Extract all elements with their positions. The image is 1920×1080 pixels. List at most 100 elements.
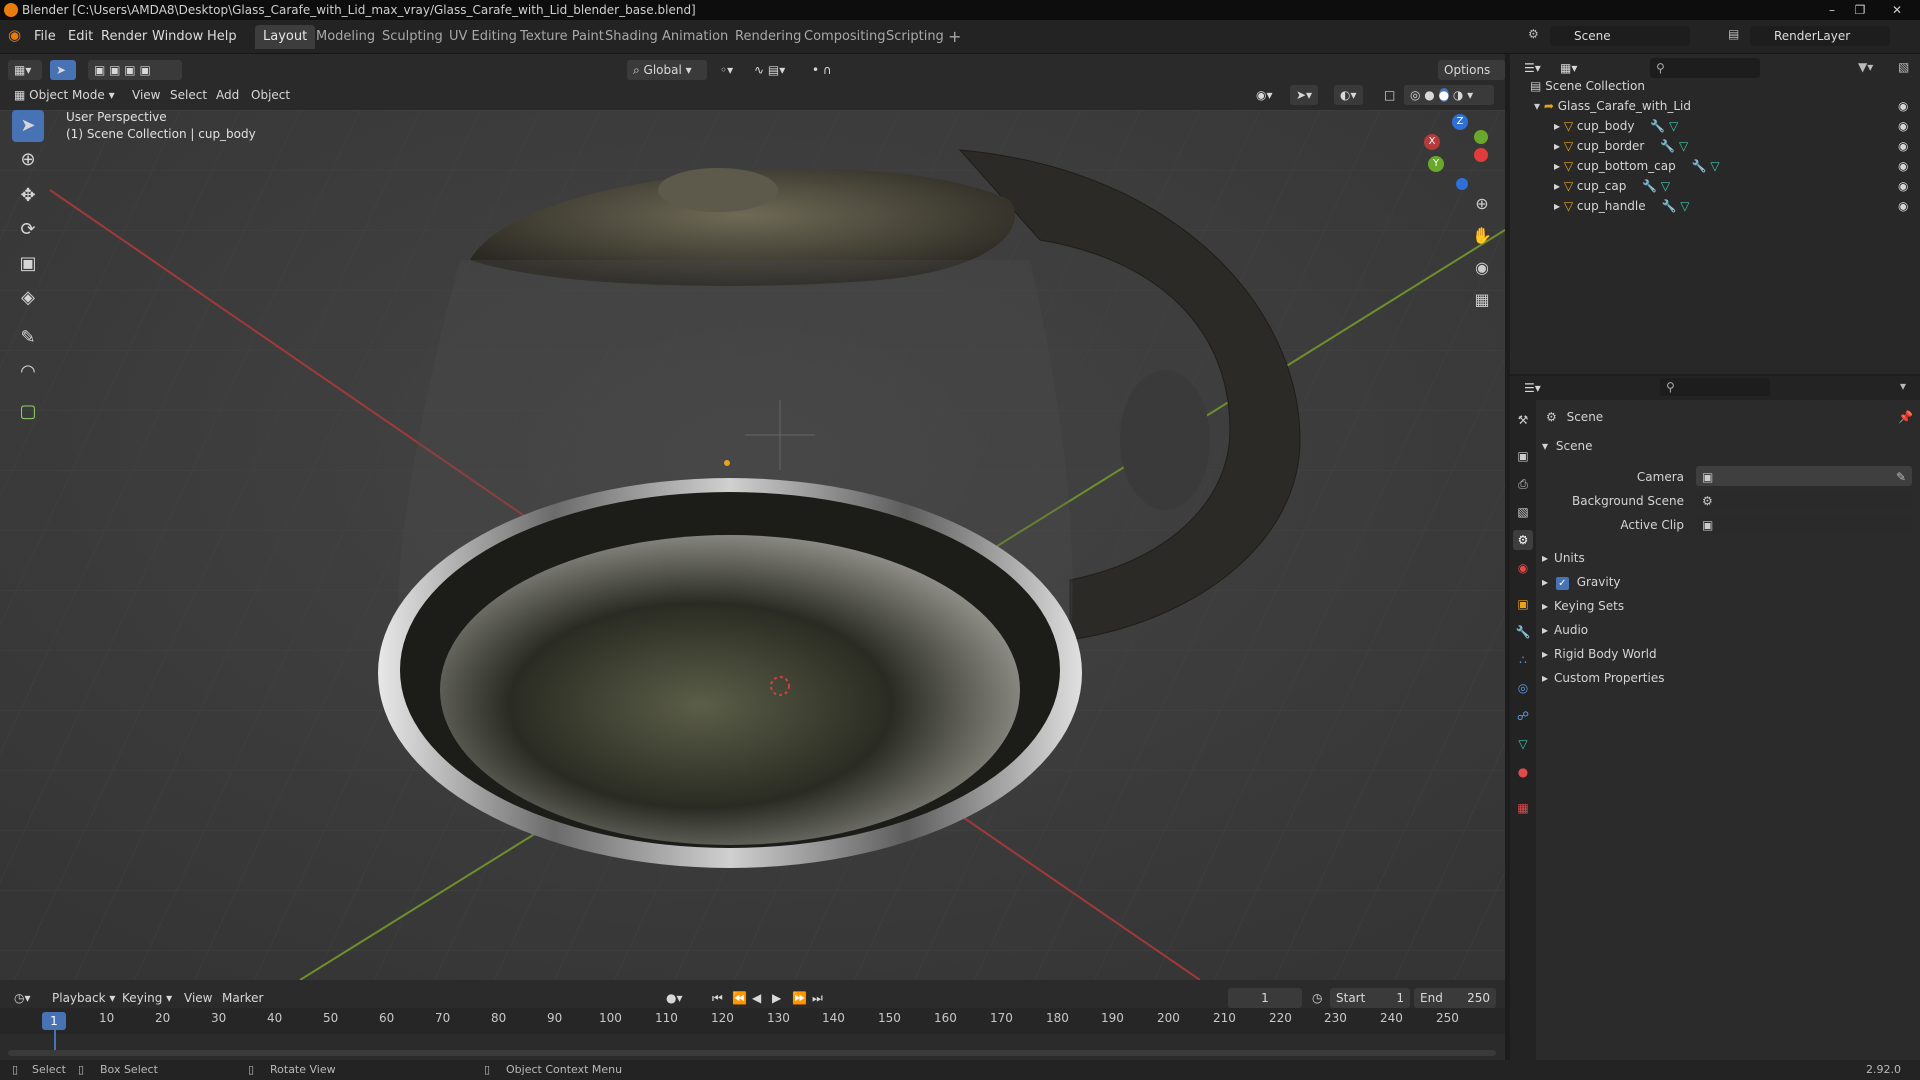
data-tab-icon[interactable]: ▽ <box>1513 734 1533 754</box>
menu-edit[interactable]: Edit <box>68 29 93 44</box>
record-keyframe-icon[interactable]: ●▾ <box>660 988 689 1008</box>
transform-orientation-dropdown[interactable]: ⌕ Global ▾ <box>627 60 707 80</box>
blender-menu-icon[interactable]: ◉ <box>8 26 21 44</box>
visibility-eye-icon[interactable]: ◉ <box>1898 176 1908 196</box>
visibility-eye-icon[interactable]: ◉ <box>1898 196 1908 216</box>
pan-hand-icon[interactable]: ✋ <box>1468 222 1496 250</box>
camera-view-icon[interactable]: ◉ <box>1468 254 1496 282</box>
rigid-body-world-panel-header[interactable]: ▸ Rigid Body World <box>1542 644 1916 664</box>
outliner-row-object[interactable]: ▸ ▽ cup_border 🔧 ▽ ◉ <box>1510 136 1920 156</box>
timeline-menu-playback[interactable]: Playback ▾ <box>46 988 121 1008</box>
audio-panel-header[interactable]: ▸ Audio <box>1542 620 1916 640</box>
expand-arrow-icon[interactable]: ▸ <box>1554 199 1560 213</box>
modifier-tab-icon[interactable]: 🔧 <box>1513 622 1533 642</box>
particles-tab-icon[interactable]: ∴ <box>1513 650 1533 670</box>
gizmo-y-axis[interactable]: Y <box>1428 156 1444 172</box>
transform-tool-icon[interactable]: ◈ <box>12 282 44 314</box>
visibility-eye-icon[interactable]: ◉ <box>1898 96 1908 116</box>
gravity-panel-header[interactable]: ▸ ✓ Gravity <box>1542 572 1916 592</box>
properties-editor-icon[interactable]: ☰▾ <box>1518 378 1547 398</box>
close-icon[interactable]: ✕ <box>1874 0 1920 20</box>
display-mode-icon[interactable]: ▦▾ <box>1554 58 1583 78</box>
output-tab-icon[interactable]: ⎙ <box>1513 474 1533 494</box>
physics-tab-icon[interactable]: ◎ <box>1513 678 1533 698</box>
tab-sculpting[interactable]: Sculpting <box>374 25 451 49</box>
active-clip-field[interactable]: ▣ <box>1696 514 1912 534</box>
visibility-eye-icon[interactable]: ◉ <box>1898 156 1908 176</box>
tab-layout[interactable]: Layout <box>255 25 316 49</box>
new-collection-icon[interactable]: ▧ <box>1898 60 1909 74</box>
menu-file[interactable]: File <box>34 29 56 44</box>
move-tool-icon[interactable]: ✥ <box>12 180 44 212</box>
3d-viewport[interactable]: User Perspective (1) Scene Collection | … <box>0 110 1505 980</box>
gizmo-neg-z[interactable] <box>1456 178 1468 190</box>
expand-arrow-icon[interactable]: ▾ <box>1534 99 1540 113</box>
annotate-tool-icon[interactable]: ✎ <box>12 322 44 354</box>
gizmo-toggle-icon[interactable]: ➤▾ <box>1290 85 1319 105</box>
viewport-menu-select[interactable]: Select <box>164 85 213 105</box>
object-tab-icon[interactable]: ▣ <box>1513 594 1533 614</box>
visibility-icon[interactable]: ◉▾ <box>1250 85 1279 105</box>
play-icon[interactable]: ▶ <box>766 988 787 1008</box>
expand-arrow-icon[interactable]: ▸ <box>1554 119 1560 133</box>
end-frame-field[interactable]: End 250 <box>1414 988 1496 1008</box>
editor-type-icon[interactable]: ▦▾ <box>8 60 42 80</box>
timeline-menu-marker[interactable]: Marker <box>216 988 269 1008</box>
measure-tool-icon[interactable]: ◠ <box>12 356 44 388</box>
render-layer-selector[interactable]: RenderLayer <box>1750 26 1890 46</box>
options-dropdown[interactable]: Options ▾ <box>1438 60 1505 97</box>
menu-render[interactable]: Render <box>101 29 147 44</box>
navigation-gizmo[interactable]: Z X Y <box>1420 114 1490 194</box>
camera-field[interactable]: ▣ ✎ <box>1696 466 1912 486</box>
units-panel-header[interactable]: ▸ Units <box>1542 548 1916 568</box>
outliner-row-collection[interactable]: ▾ ➦ Glass_Carafe_with_Lid ◉ <box>1510 96 1920 116</box>
visibility-eye-icon[interactable]: ◉ <box>1898 116 1908 136</box>
gizmo-neg-x[interactable] <box>1474 148 1488 162</box>
gravity-checkbox[interactable]: ✓ <box>1555 577 1569 590</box>
timeline-menu-view[interactable]: View <box>178 988 218 1008</box>
outliner-row-object[interactable]: ▸ ▽ cup_cap 🔧 ▽ ◉ <box>1510 176 1920 196</box>
object-mode-dropdown[interactable]: ▦ Object Mode ▾ <box>8 85 121 105</box>
menu-window[interactable]: Window <box>152 29 203 44</box>
timeline-scrollbar[interactable] <box>8 1050 1496 1056</box>
play-reverse-icon[interactable]: ◀ <box>746 988 767 1008</box>
menu-help[interactable]: Help <box>207 29 237 44</box>
properties-search-input[interactable]: ⚲ <box>1660 378 1770 396</box>
gizmo-neg-y[interactable] <box>1474 130 1488 144</box>
select-mode-icon[interactable]: ➤ <box>50 60 76 80</box>
view-layer-tab-icon[interactable]: ▧ <box>1513 502 1533 522</box>
custom-properties-panel-header[interactable]: ▸ Custom Properties <box>1542 668 1916 688</box>
filter-icon[interactable]: ▼▾ <box>1858 60 1873 74</box>
cursor-tool-icon[interactable]: ⊕ <box>12 144 44 176</box>
outliner-row-scene-collection[interactable]: ▤ Scene Collection <box>1510 76 1920 96</box>
tool-tab-icon[interactable]: ⚒ <box>1513 410 1533 430</box>
timeline-menu-keying[interactable]: Keying ▾ <box>116 988 178 1008</box>
outliner-row-object[interactable]: ▸ ▽ cup_body 🔧 ▽ ◉ <box>1510 116 1920 136</box>
add-workspace-button[interactable]: + <box>940 25 969 49</box>
overlay-toggle-icon[interactable]: ◐▾ <box>1334 85 1363 105</box>
tab-modeling[interactable]: Modeling <box>308 25 383 49</box>
outliner-row-object[interactable]: ▸ ▽ cup_bottom_cap 🔧 ▽ ◉ <box>1510 156 1920 176</box>
expand-arrow-icon[interactable]: ▸ <box>1554 179 1560 193</box>
preview-range-icon[interactable]: ◷ <box>1306 988 1328 1008</box>
zoom-icon[interactable]: ⊕ <box>1468 190 1496 218</box>
scene-selector[interactable]: Scene <box>1550 26 1690 46</box>
scene-tab-icon[interactable]: ⚙ <box>1513 530 1533 550</box>
world-tab-icon[interactable]: ◉ <box>1513 558 1533 578</box>
render-tab-icon[interactable]: ▣ <box>1513 446 1533 466</box>
maximize-icon[interactable]: ❐ <box>1846 0 1874 20</box>
expand-arrow-icon[interactable]: ▸ <box>1554 139 1560 153</box>
pin-icon[interactable]: 📌 <box>1898 406 1913 428</box>
snap-icon[interactable]: ∿ ▤▾ <box>748 60 791 80</box>
minimize-icon[interactable]: – <box>1818 0 1846 20</box>
visibility-eye-icon[interactable]: ◉ <box>1898 136 1908 156</box>
properties-options-icon[interactable]: ▾ <box>1900 379 1906 393</box>
add-cube-tool-icon[interactable]: ▢ <box>12 396 44 428</box>
current-frame-field[interactable]: 1 <box>1228 988 1302 1008</box>
frame-cursor[interactable]: 1 <box>42 1012 66 1030</box>
rotate-tool-icon[interactable]: ⟳ <box>12 214 44 246</box>
select-box-tool-icon[interactable]: ➤ <box>12 110 44 142</box>
gizmo-x-axis[interactable]: X <box>1424 134 1440 150</box>
shading-modes-icon[interactable]: ◎ ● ● ◑ ▾ <box>1404 85 1494 105</box>
outliner-editor-icon[interactable]: ☰▾ <box>1518 58 1547 78</box>
